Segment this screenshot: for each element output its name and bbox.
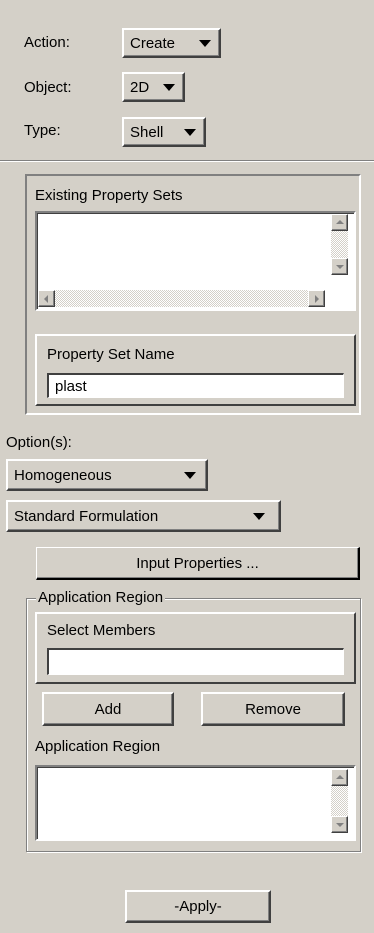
chevron-down-icon (253, 513, 265, 520)
property-set-name-input[interactable] (47, 373, 344, 398)
arrow-up-icon (336, 220, 344, 224)
scroll-down-button[interactable] (331, 816, 348, 833)
object-value: 2D (130, 78, 150, 96)
input-properties-button[interactable]: Input Properties ... (36, 547, 360, 580)
homogeneous-dropdown[interactable]: Homogeneous (6, 459, 208, 491)
type-dropdown[interactable]: Shell (122, 117, 206, 147)
chevron-down-icon (163, 84, 175, 91)
object-dropdown[interactable]: 2D (122, 72, 185, 102)
application-region-list[interactable] (35, 765, 356, 841)
apply-button[interactable]: -Apply- (125, 890, 271, 923)
add-button[interactable]: Add (42, 692, 174, 726)
action-value: Create (130, 34, 176, 52)
scroll-up-button[interactable] (331, 214, 348, 231)
action-dropdown[interactable]: Create (122, 28, 221, 58)
scroll-left-button[interactable] (38, 290, 55, 307)
arrow-down-icon (336, 823, 344, 827)
arrow-left-icon (44, 295, 48, 303)
remove-button[interactable]: Remove (201, 692, 345, 726)
select-members-input[interactable] (47, 648, 344, 675)
option1-value: Homogeneous (14, 466, 112, 484)
vertical-scroll-track[interactable] (331, 231, 348, 258)
existing-sets-title: Existing Property Sets (35, 187, 183, 204)
chevron-down-icon (199, 40, 211, 47)
arrow-right-icon (315, 295, 319, 303)
type-value: Shell (130, 123, 164, 141)
action-label: Action: (24, 34, 70, 51)
option2-value: Standard Formulation (14, 507, 159, 525)
property-set-name-title: Property Set Name (47, 346, 175, 363)
scroll-down-button[interactable] (331, 258, 348, 275)
application-region-list-title: Application Region (35, 738, 161, 755)
object-label: Object: (24, 79, 72, 96)
select-members-title: Select Members (47, 622, 156, 639)
horizontal-scroll-track[interactable] (55, 290, 308, 307)
application-region-group-title: Application Region (36, 589, 166, 606)
arrow-down-icon (336, 265, 344, 269)
type-label: Type: (24, 122, 61, 139)
options-label: Option(s): (6, 434, 72, 451)
chevron-down-icon (184, 472, 196, 479)
formulation-dropdown[interactable]: Standard Formulation (6, 500, 281, 532)
arrow-up-icon (336, 775, 344, 779)
chevron-down-icon (184, 129, 196, 136)
vertical-scroll-track[interactable] (331, 786, 348, 816)
scroll-right-button[interactable] (308, 290, 325, 307)
divider (0, 160, 374, 162)
scroll-up-button[interactable] (331, 769, 348, 786)
